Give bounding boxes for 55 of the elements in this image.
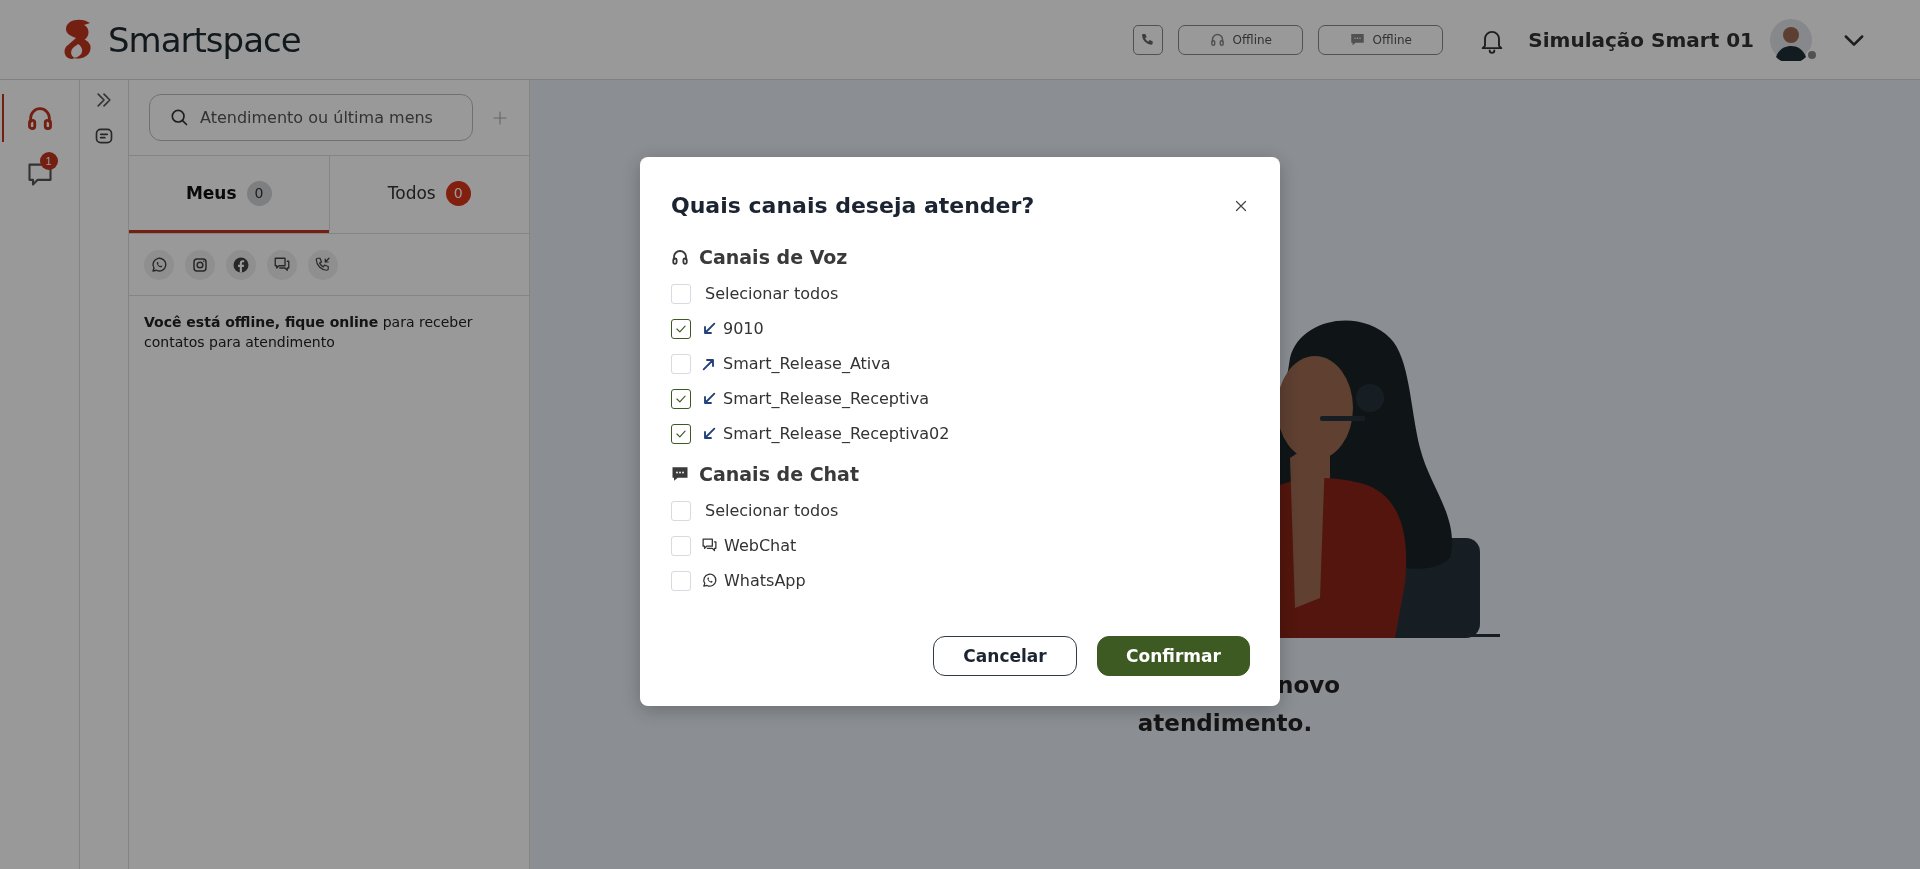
- chat-icon: [1349, 32, 1365, 47]
- filter-button[interactable]: [185, 249, 215, 280]
- checkbox-label: Smart_Release_Receptiva02: [723, 424, 950, 443]
- cancel-button[interactable]: Cancelar: [933, 636, 1077, 676]
- checkbox[interactable]: [671, 423, 691, 444]
- headset-icon: [671, 248, 689, 266]
- checkbox[interactable]: [671, 388, 691, 409]
- count-badge: 0: [445, 180, 471, 206]
- status-dot: [1806, 48, 1818, 61]
- facebook-icon: [232, 255, 250, 274]
- tab[interactable]: Todos 0: [328, 156, 529, 233]
- checkbox-label: WhatsApp: [724, 571, 806, 590]
- checkbox-label: Selecionar todos: [705, 284, 839, 303]
- count-badge: 0: [246, 180, 272, 206]
- checkbox-label: WebChat: [724, 536, 797, 555]
- arrow-down-left-icon: [701, 425, 717, 442]
- note-icon[interactable]: [94, 126, 114, 146]
- dialog-title: Quais canais deseja atender?: [671, 193, 1035, 218]
- user-name: Simulação Smart 01: [1528, 27, 1754, 52]
- avatar[interactable]: [1770, 18, 1812, 61]
- search-field[interactable]: Atendimento ou última mens: [149, 94, 473, 141]
- whatsapp-icon: [701, 572, 718, 589]
- filter-button[interactable]: [267, 249, 297, 280]
- headset-icon: [25, 104, 54, 132]
- headset-icon: [1209, 32, 1225, 47]
- phone-button[interactable]: [1133, 24, 1164, 55]
- empty-state-text: atendimento.: [1137, 709, 1313, 738]
- arrow-down-left-icon: [701, 390, 717, 407]
- confirm-button[interactable]: Confirmar: [1097, 636, 1250, 676]
- checkbox-label: 9010: [723, 319, 764, 338]
- checkbox[interactable]: [671, 318, 691, 339]
- chat-icon: [671, 465, 689, 483]
- logo-text: Smartspace: [108, 19, 301, 60]
- status-button[interactable]: Offline: [1318, 24, 1444, 55]
- section-title: Canais de Chat: [699, 463, 860, 485]
- incoming-call-icon: [314, 255, 332, 274]
- filter-button[interactable]: [226, 249, 256, 280]
- instagram-icon: [191, 255, 209, 274]
- chat-bubbles-icon: [701, 537, 718, 554]
- checkbox-label: Smart_Release_Ativa: [723, 354, 891, 373]
- offline-notice: Você está offline, fique online para receber contatos para atendimento: [143, 313, 474, 352]
- section-title: Canais de Voz: [699, 246, 848, 268]
- checkbox-label: Smart_Release_Receptiva: [723, 389, 929, 408]
- filter-button[interactable]: [144, 249, 174, 280]
- notification-badge: 1: [39, 152, 58, 170]
- arrow-down-left-icon: [701, 320, 717, 337]
- nav-button[interactable]: 1: [0, 154, 80, 194]
- whatsapp-icon: [150, 255, 168, 274]
- filter-button[interactable]: [308, 249, 338, 280]
- chat-bubbles-icon: [273, 255, 291, 274]
- status-button[interactable]: Offline: [1178, 24, 1304, 55]
- search-icon: [169, 107, 189, 127]
- checkbox-label: Selecionar todos: [705, 501, 839, 520]
- empty-state-text: novo: [1277, 671, 1340, 700]
- tab[interactable]: Meus 0: [129, 156, 329, 233]
